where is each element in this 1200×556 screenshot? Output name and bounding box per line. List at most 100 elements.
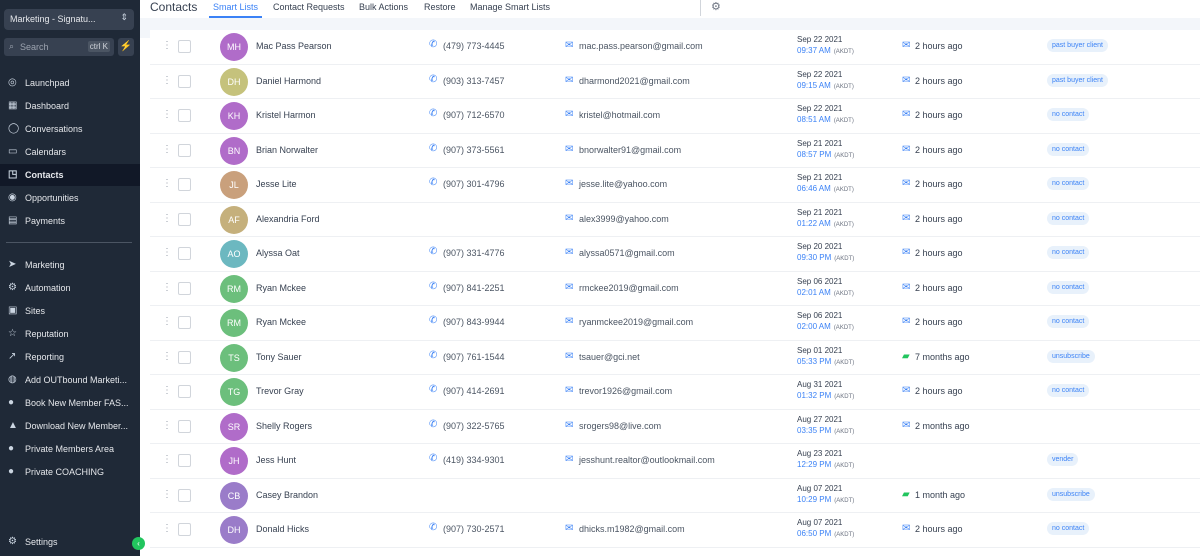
sidebar-item-conversations[interactable]: ◯ Conversations: [0, 118, 140, 140]
drag-handle-icon[interactable]: ⋮: [162, 40, 172, 51]
row-checkbox[interactable]: [178, 523, 191, 536]
contact-phone[interactable]: (907) 761-1544: [443, 352, 505, 362]
sidebar-item-reporting[interactable]: ↗ Reporting: [0, 346, 140, 368]
tab-bulk-actions[interactable]: Bulk Actions: [359, 2, 408, 12]
contact-email[interactable]: jesshunt.realtor@outlookmail.com: [579, 455, 715, 465]
contact-phone[interactable]: (907) 373-5561: [443, 145, 505, 155]
table-row[interactable]: ⋮ DH Daniel Harmond ✆ (903) 313-7457 ✉ dharmon…: [150, 64, 1200, 99]
tab-manage-smart-lists[interactable]: Manage Smart Lists: [470, 2, 550, 12]
contact-email[interactable]: dharmond2021@gmail.com: [579, 76, 690, 86]
row-checkbox[interactable]: [178, 178, 191, 191]
contact-email[interactable]: trevor1926@gmail.com: [579, 386, 672, 396]
sidebar-item-add-outbound-marketi[interactable]: ◍ Add OUTbound Marketi...: [0, 369, 140, 391]
tag-badge[interactable]: past buyer client: [1047, 73, 1108, 87]
drag-handle-icon[interactable]: ⋮: [162, 75, 172, 86]
contact-email[interactable]: kristel@hotmail.com: [579, 110, 660, 120]
sidebar-item-payments[interactable]: ▤ Payments: [0, 210, 140, 232]
contact-email[interactable]: jesse.lite@yahoo.com: [579, 179, 667, 189]
drag-handle-icon[interactable]: ⋮: [162, 351, 172, 362]
contact-name[interactable]: Tony Sauer: [256, 352, 302, 362]
contact-email[interactable]: tsauer@gci.net: [579, 352, 640, 362]
sidebar-item-marketing[interactable]: ➤ Marketing: [0, 254, 140, 276]
search-input[interactable]: ⌕ Search ctrl K: [4, 38, 114, 56]
table-row[interactable]: ⋮ RM Ryan Mckee ✆ (907) 843-9944 ✉ ryanmckee20…: [150, 306, 1200, 341]
table-row[interactable]: ⋮ SR Shelly Rogers ✆ (907) 322-5765 ✉ srogers9…: [150, 409, 1200, 444]
sidebar-item-opportunities[interactable]: ◉ Opportunities: [0, 187, 140, 209]
drag-handle-icon[interactable]: ⋮: [162, 420, 172, 431]
contact-name[interactable]: Alyssa Oat: [256, 248, 300, 258]
table-row[interactable]: ⋮ TS Tony Sauer ✆ (907) 761-1544 ✉ tsauer@gci.…: [150, 340, 1200, 375]
contact-email[interactable]: mac.pass.pearson@gmail.com: [579, 41, 703, 51]
row-checkbox[interactable]: [178, 109, 191, 122]
tag-badge[interactable]: vender: [1047, 453, 1079, 466]
tag-badge[interactable]: no contact: [1047, 280, 1090, 294]
sidebar-item-reputation[interactable]: ☆ Reputation: [0, 323, 140, 345]
contact-email[interactable]: bnorwalter91@gmail.com: [579, 145, 681, 155]
drag-handle-icon[interactable]: ⋮: [162, 178, 172, 189]
contact-phone[interactable]: (907) 843-9944: [443, 317, 505, 327]
contact-name[interactable]: Ryan Mckee: [256, 283, 306, 293]
row-checkbox[interactable]: [178, 247, 191, 260]
row-checkbox[interactable]: [178, 419, 191, 433]
contact-name[interactable]: Brian Norwalter: [256, 145, 318, 155]
contact-phone[interactable]: (907) 712-6570: [443, 110, 505, 120]
tab-smart-lists[interactable]: Smart Lists: [213, 2, 258, 12]
contact-name[interactable]: Shelly Rogers: [256, 421, 312, 431]
contact-name[interactable]: Ryan Mckee: [256, 317, 306, 327]
row-checkbox[interactable]: [178, 74, 191, 88]
tag-badge[interactable]: no contact: [1047, 142, 1090, 156]
contact-email[interactable]: alex3999@yahoo.com: [579, 214, 669, 224]
row-checkbox[interactable]: [178, 40, 191, 53]
row-checkbox[interactable]: [178, 212, 191, 226]
table-row[interactable]: ⋮ AF Alexandria Ford ✉ alex3999@yahoo.com Sep…: [150, 202, 1200, 237]
row-checkbox[interactable]: [178, 143, 191, 157]
drag-handle-icon[interactable]: ⋮: [162, 316, 172, 327]
sidebar-item-private-coaching[interactable]: ● Private COACHING: [0, 461, 140, 483]
contact-email[interactable]: dhicks.m1982@gmail.com: [579, 524, 685, 534]
table-row[interactable]: ⋮ DH Donald Hicks ✆ (907) 730-2571 ✉ dhicks.m1…: [150, 513, 1200, 548]
row-checkbox[interactable]: [178, 281, 191, 295]
table-row[interactable]: ⋮ TG Trevor Gray ✆ (907) 414-2691 ✉ trevor1926…: [150, 375, 1200, 410]
contact-phone[interactable]: (907) 322-5765: [443, 421, 505, 431]
tag-badge[interactable]: no contact: [1047, 211, 1090, 225]
contact-name[interactable]: Trevor Gray: [256, 386, 304, 396]
contact-name[interactable]: Jess Hunt: [256, 455, 296, 465]
contact-name[interactable]: Casey Brandon: [256, 490, 318, 500]
quick-action-button[interactable]: ⚡: [118, 38, 134, 56]
sidebar-item-private-members-area[interactable]: ● Private Members Area: [0, 438, 140, 460]
sidebar-item-book-new-member-fas[interactable]: ● Book New Member FAS...: [0, 392, 140, 414]
row-checkbox[interactable]: [178, 454, 191, 467]
row-checkbox[interactable]: [178, 488, 191, 502]
contact-phone[interactable]: (419) 334-9301: [443, 455, 505, 465]
sidebar-item-sites[interactable]: ▣ Sites: [0, 300, 140, 322]
sidebar-item-download-new-member[interactable]: ▲ Download New Member...: [0, 415, 140, 437]
gear-icon[interactable]: ⚙: [711, 0, 721, 13]
drag-handle-icon[interactable]: ⋮: [162, 109, 172, 120]
table-row[interactable]: ⋮ RM Ryan Mckee ✆ (907) 841-2251 ✉ rmckee2019@…: [150, 271, 1200, 306]
table-row[interactable]: ⋮ AO Alyssa Oat ✆ (907) 331-4776 ✉ alyssa0571@…: [150, 237, 1200, 272]
sidebar-item-contacts[interactable]: ◳ Contacts: [0, 164, 140, 186]
tag-badge[interactable]: no contact: [1047, 246, 1090, 259]
row-checkbox[interactable]: [178, 316, 191, 329]
tag-badge[interactable]: no contact: [1047, 522, 1090, 535]
contact-phone[interactable]: (907) 841-2251: [443, 283, 505, 293]
sidebar-item-automation[interactable]: ⚙ Automation: [0, 277, 140, 299]
drag-handle-icon[interactable]: ⋮: [162, 144, 172, 155]
drag-handle-icon[interactable]: ⋮: [162, 282, 172, 293]
contact-name[interactable]: Jesse Lite: [256, 179, 297, 189]
collapse-sidebar-button[interactable]: ‹: [132, 537, 145, 550]
contact-name[interactable]: Alexandria Ford: [256, 214, 320, 224]
sidebar-item-launchpad[interactable]: ◎ Launchpad: [0, 72, 140, 94]
drag-handle-icon[interactable]: ⋮: [162, 523, 172, 534]
tag-badge[interactable]: unsubscribe: [1047, 487, 1095, 501]
table-row[interactable]: ⋮ BN Brian Norwalter ✆ (907) 373-5561 ✉ bnorwa…: [150, 133, 1200, 168]
drag-handle-icon[interactable]: ⋮: [162, 454, 172, 465]
row-checkbox[interactable]: [178, 350, 191, 364]
row-checkbox[interactable]: [178, 385, 191, 398]
tag-badge[interactable]: no contact: [1047, 108, 1090, 121]
contact-name[interactable]: Donald Hicks: [256, 524, 309, 534]
tag-badge[interactable]: no contact: [1047, 384, 1090, 397]
tag-badge[interactable]: past buyer client: [1047, 39, 1108, 52]
drag-handle-icon[interactable]: ⋮: [162, 213, 172, 224]
sidebar-item-settings[interactable]: ⚙ Settings: [0, 531, 140, 553]
